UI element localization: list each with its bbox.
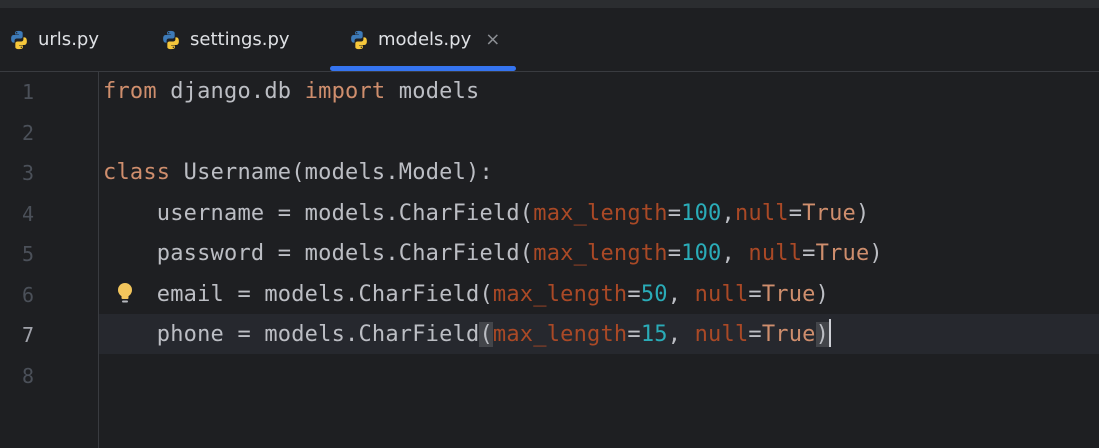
code-token: max_length: [492, 281, 628, 307]
code-token: max_length: [492, 322, 628, 347]
python-icon: [11, 30, 27, 49]
lightbulb-icon[interactable]: [114, 281, 136, 307]
code-token: null: [748, 241, 803, 266]
line-number: 2: [21, 120, 34, 145]
code-token: max_length: [533, 241, 668, 266]
code-token: import: [304, 79, 386, 104]
python-icon: [163, 30, 179, 49]
code-token: username = models.CharField(: [103, 200, 534, 226]
code-token: ): [815, 281, 830, 307]
code-token: =: [748, 322, 762, 347]
code-token: 100: [681, 200, 722, 226]
code-line[interactable]: 4 username = models.CharField(max_length…: [0, 194, 1099, 235]
code-token: =: [627, 281, 641, 307]
code-token: ): [815, 322, 830, 347]
editor-tab-bar: urls.py settings.py models.py ×: [0, 8, 1099, 72]
code-text: email = models.CharField(max_length=50, …: [103, 275, 829, 315]
code-token: =: [667, 200, 682, 226]
code-token: null: [694, 322, 749, 347]
code-token: 50: [640, 281, 668, 307]
code-token: (: [479, 322, 493, 347]
code-line[interactable]: 3 class Username(models.Model):: [0, 153, 1099, 194]
code-line[interactable]: 5 password = models.CharField(max_length…: [0, 234, 1099, 275]
code-token: password = models.CharField(: [103, 241, 534, 266]
code-line[interactable]: 8: [0, 356, 1099, 397]
title-strip: [0, 0, 1099, 8]
code-text: from django.db import models: [103, 72, 479, 112]
code-line[interactable]: 6 email = models.CharField(max_length=50…: [0, 275, 1099, 316]
code-token: from: [103, 79, 157, 104]
code-token: True: [815, 241, 870, 266]
line-number: 7: [21, 323, 34, 347]
code-token: ): [855, 200, 870, 226]
code-token: class: [103, 160, 171, 185]
code-token: ,: [667, 281, 695, 307]
code-token: max_length: [533, 200, 668, 226]
line-number: 1: [21, 80, 34, 104]
code-token: True: [761, 281, 816, 307]
ide-window: urls.py settings.py models.py × 1 from dj…: [0, 0, 1099, 448]
code-token: ,: [721, 200, 735, 226]
code-token: =: [627, 322, 641, 347]
code-token: 15: [640, 322, 668, 347]
line-number: 4: [21, 201, 34, 226]
code-token: =: [802, 241, 816, 266]
code-token: email = models.CharField(: [103, 281, 493, 307]
code-token: =: [788, 200, 803, 226]
code-token: =: [748, 281, 762, 307]
text-caret: [829, 319, 832, 347]
code-token: =: [667, 241, 682, 266]
code-token: ,: [721, 241, 749, 266]
python-icon: [351, 30, 367, 49]
code-token: phone = models.CharField: [103, 322, 480, 347]
tab-models-py[interactable]: models.py ×: [348, 8, 500, 71]
code-token: models: [385, 79, 480, 104]
code-token: ,: [667, 322, 695, 347]
code-line[interactable]: 7 phone = models.CharField(max_length=15…: [0, 315, 1099, 356]
code-text: class Username(models.Model):: [103, 153, 493, 193]
code-token: True: [761, 322, 816, 347]
code-text: username = models.CharField(max_length=1…: [103, 194, 869, 234]
code-editor[interactable]: 1 from django.db import models 2 3 class Use…: [0, 72, 1099, 448]
code-text: phone = models.CharField(max_length=15, …: [103, 315, 832, 355]
tab-label: models.py: [378, 29, 472, 50]
code-token: Username(models.Model):: [170, 160, 493, 185]
tab-label: urls.py: [38, 29, 99, 50]
line-number: 5: [21, 242, 34, 266]
code-token: True: [802, 200, 856, 226]
code-token: null: [734, 200, 789, 226]
tab-label: settings.py: [190, 29, 290, 50]
active-tab-indicator: [330, 66, 516, 71]
tab-settings-py[interactable]: settings.py: [160, 8, 290, 71]
code-token: ): [869, 241, 883, 266]
line-number: 8: [21, 363, 34, 388]
code-token: 100: [681, 241, 722, 266]
line-number: 6: [21, 282, 34, 307]
line-number: 3: [21, 161, 34, 185]
code-line[interactable]: 2: [0, 113, 1099, 154]
close-icon[interactable]: ×: [485, 29, 500, 50]
code-token: null: [694, 281, 749, 307]
code-line[interactable]: 1 from django.db import models: [0, 72, 1099, 113]
code-token: django.db: [156, 79, 305, 104]
tab-urls-py[interactable]: urls.py: [8, 8, 99, 71]
code-text: password = models.CharField(max_length=1…: [103, 234, 883, 274]
